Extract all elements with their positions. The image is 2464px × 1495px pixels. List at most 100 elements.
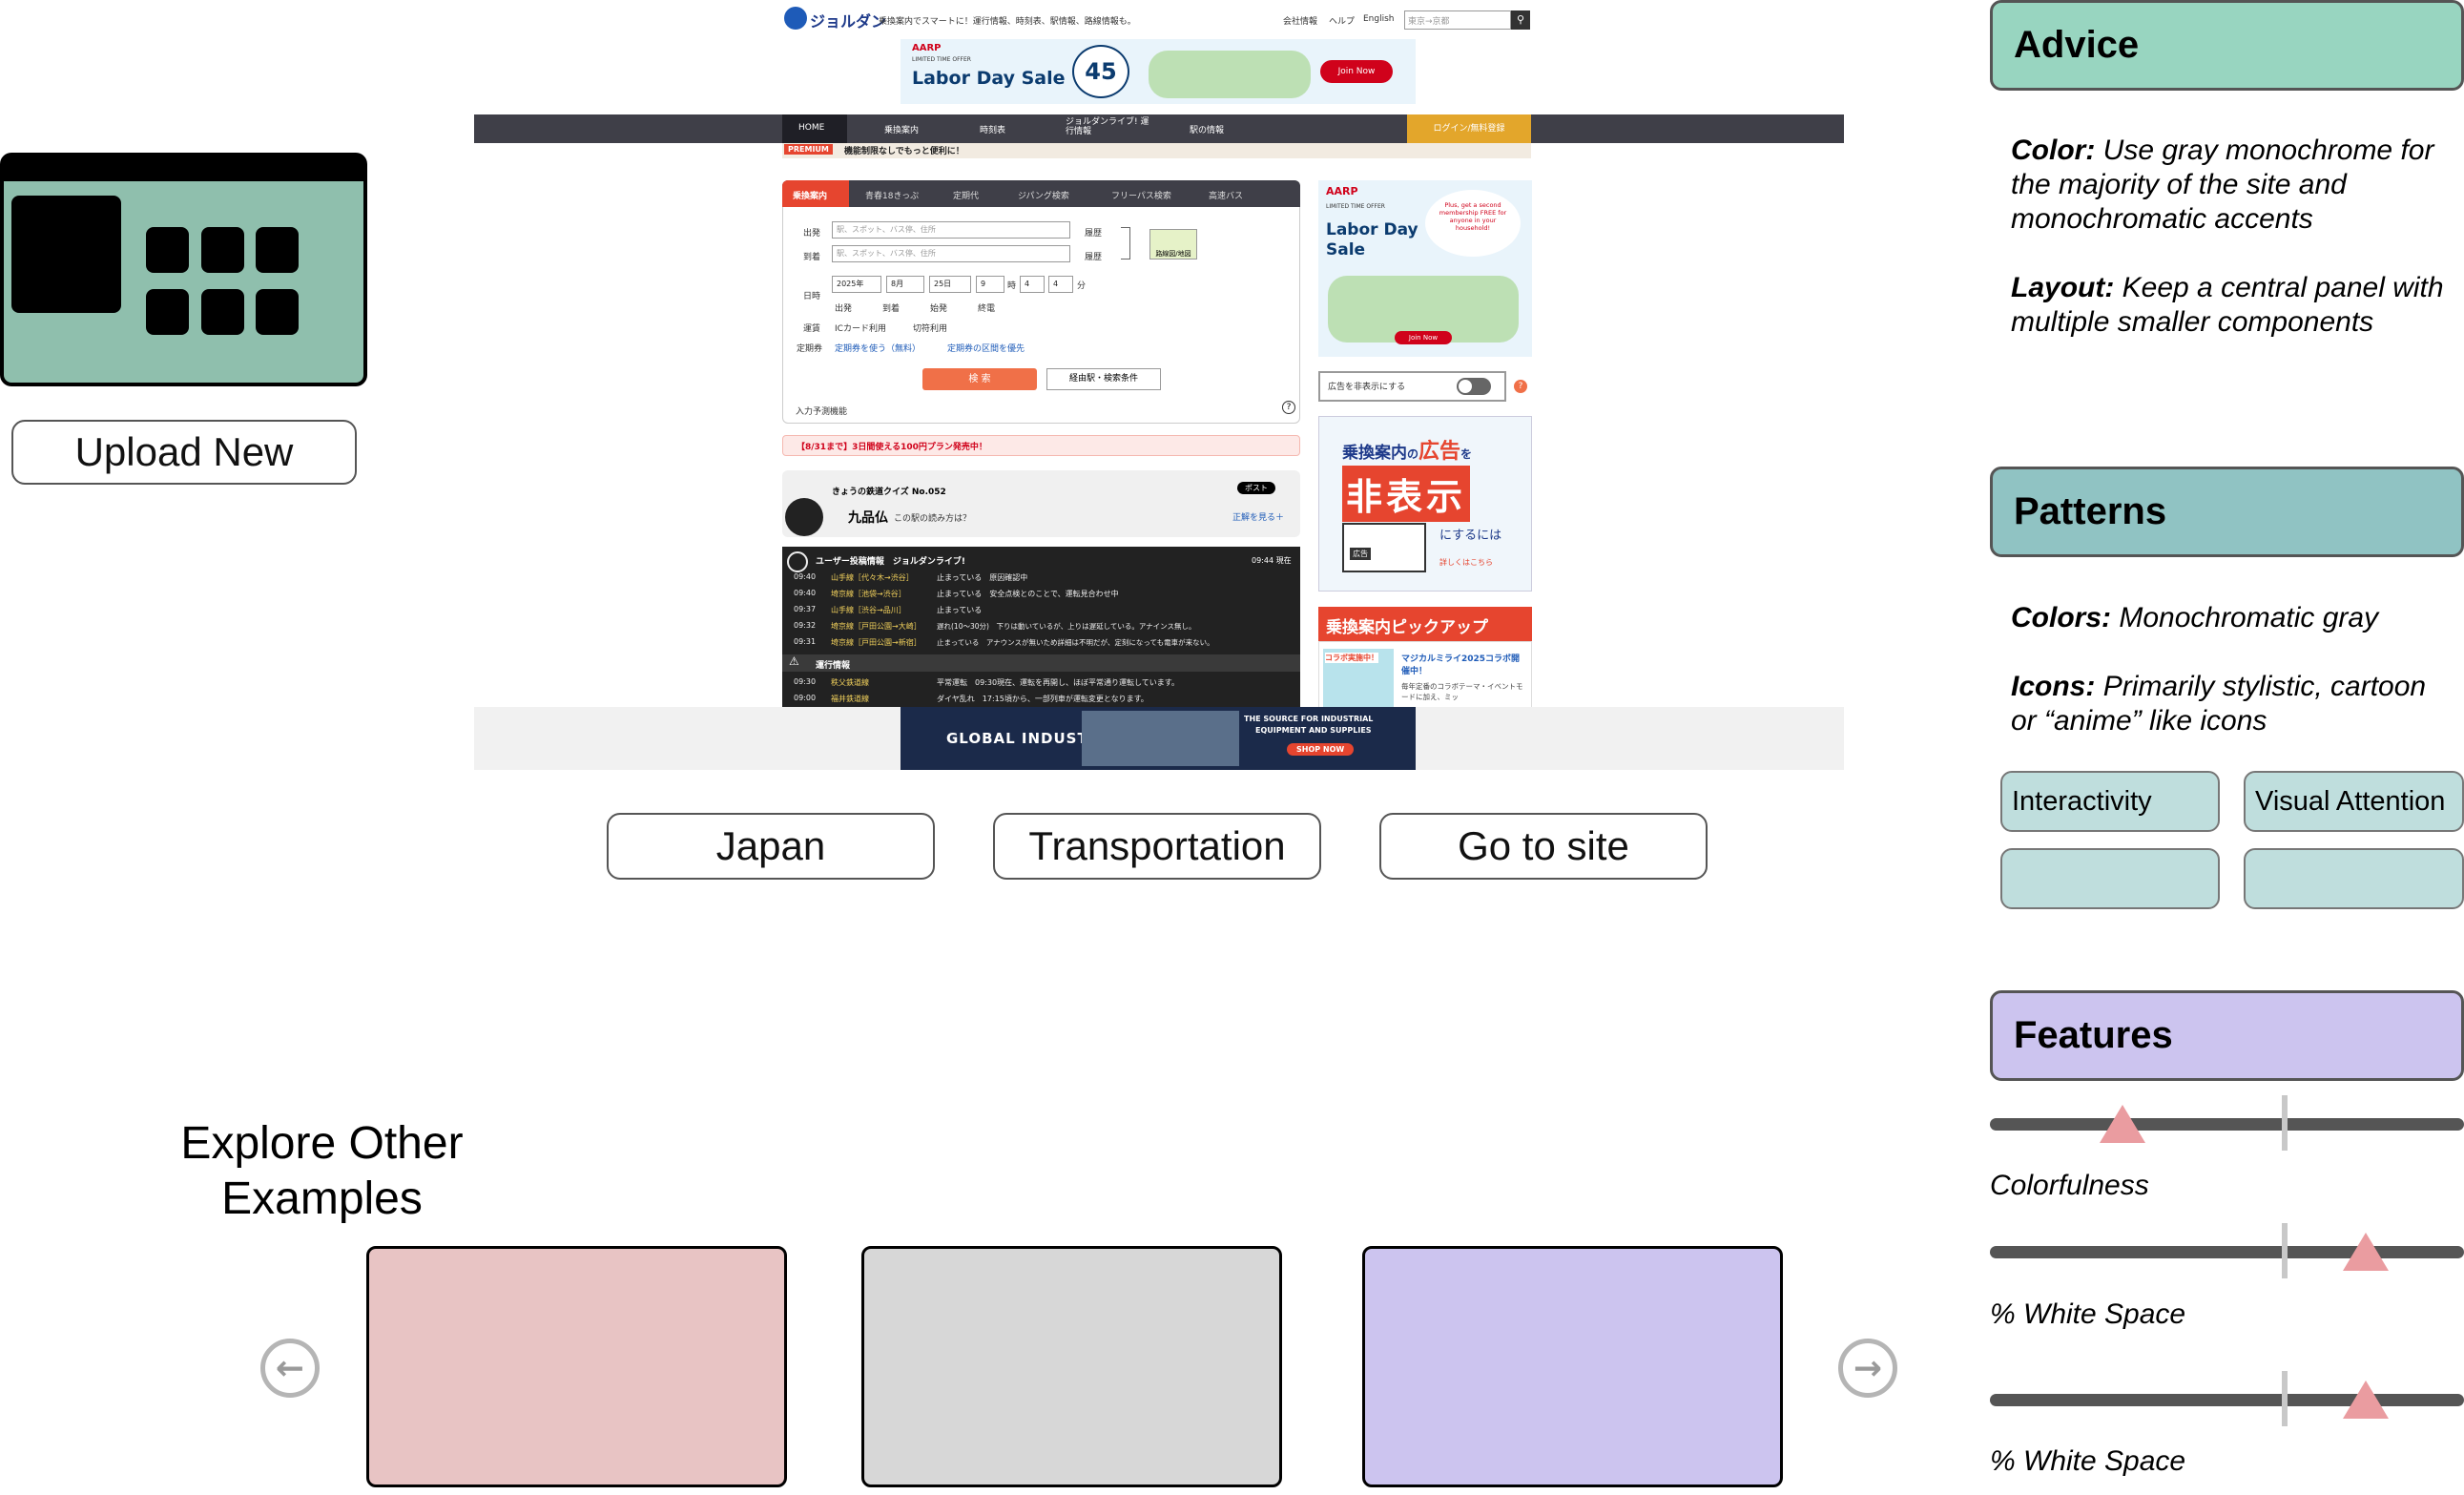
bottom-ad-shop-button[interactable]: SHOP NOW (1287, 743, 1355, 756)
nav-home[interactable]: HOME (798, 123, 824, 133)
pickup-headline[interactable]: マジカルミライ2025コラボ開催中！ (1401, 652, 1525, 676)
white-space-slider-track[interactable] (1990, 1394, 2464, 1406)
predict-checkbox[interactable]: 入力予測機能 (796, 405, 847, 417)
tag-japan[interactable]: Japan (607, 813, 935, 880)
features-title: Features (2014, 1014, 2173, 1056)
help-icon[interactable]: ? (1282, 401, 1295, 414)
white-space-slider-track[interactable] (1990, 1246, 2464, 1258)
tab-transit[interactable]: 乗換案内 (793, 189, 827, 201)
quiz-panel[interactable] (782, 470, 1300, 537)
colorfulness-slider-track[interactable] (1990, 1118, 2464, 1131)
chip-visual-attention[interactable]: Visual Attention (2244, 771, 2464, 832)
layout-small-tile (201, 227, 244, 273)
feed-line[interactable]: 山手線［渋谷→品川］ (831, 605, 906, 615)
ops-title: 運行情報 (816, 661, 851, 671)
fare-opt-ticket[interactable]: 切符利用 (913, 322, 947, 334)
time-opt-last[interactable]: 終電 (978, 301, 995, 314)
pass-opt-priority[interactable]: 定期券の区間を優先 (947, 342, 1025, 354)
top-link-help[interactable]: ヘルプ (1329, 14, 1355, 27)
tab-seishun18[interactable]: 青春18きっぷ (865, 189, 919, 201)
top-link-english[interactable]: English (1363, 14, 1395, 24)
white-space-slider-handle[interactable] (2343, 1381, 2389, 1419)
arrow-left-icon[interactable]: ← (260, 1339, 320, 1398)
upload-new-button[interactable]: Upload New (11, 420, 357, 485)
from-input[interactable]: 駅、スポット、バス停、住所 (832, 221, 1070, 239)
patterns-colors-key: Colors: (2011, 602, 2111, 633)
feed-time: 09:32 (794, 621, 817, 630)
bottom-ad-banner[interactable]: GLOBAL INDUSTRIAL THE SOURCE FOR INDUSTR… (901, 707, 1416, 770)
month-select[interactable]: 8月 (886, 276, 924, 293)
ad-join-button[interactable]: Join Now (1320, 60, 1393, 83)
swap-icon[interactable] (1121, 227, 1130, 260)
white-space-slider-handle[interactable] (2343, 1233, 2389, 1271)
side-ad-sub: LIMITED TIME OFFER (1326, 203, 1385, 210)
tab-zipangu[interactable]: ジパング検索 (1018, 189, 1069, 201)
ops-line[interactable]: 福井鉄道線 (831, 694, 869, 704)
minute-ones-select[interactable]: 4 (1048, 276, 1073, 293)
tab-freepass[interactable]: フリーパス検索 (1111, 189, 1171, 201)
side-ad-brand: AARP (1326, 185, 1358, 197)
quiz-mascot-icon (785, 498, 823, 536)
hide-ad-promo-link[interactable]: 詳しくはこちら (1439, 557, 1493, 568)
login-button[interactable]: ログイン/無料登録 (1407, 114, 1531, 143)
top-link-company[interactable]: 会社情報 (1283, 14, 1317, 27)
search-submit-button[interactable]: 検 索 (922, 368, 1037, 390)
to-label: 到着 (803, 253, 821, 262)
from-history[interactable]: 履歴 (1085, 226, 1102, 239)
hour-select[interactable]: 9 (976, 276, 1004, 293)
tab-highway-bus[interactable]: 高速バス (1209, 189, 1243, 201)
hide-ad-promo-l5: にするには (1439, 529, 1502, 543)
site-search-input[interactable]: 東京→京都 (1404, 10, 1511, 30)
nav-timetable[interactable]: 時刻表 (980, 123, 1005, 135)
side-ad-banner[interactable]: AARP LIMITED TIME OFFER Labor Day Sale P… (1318, 180, 1532, 357)
side-ad-bubble: Plus, get a second membership FREE for a… (1425, 190, 1521, 257)
layout-small-tile (256, 227, 299, 273)
pass-opt-use[interactable]: 定期券を使う（無料） (835, 342, 921, 354)
chip-interactivity[interactable]: Interactivity (2000, 771, 2220, 832)
side-ad-join-button[interactable]: Join Now (1395, 331, 1452, 344)
x-post-button[interactable]: ポスト (1237, 482, 1275, 494)
chip-empty[interactable] (2000, 848, 2220, 909)
go-to-site-button[interactable]: Go to site (1379, 813, 1708, 880)
site-logo[interactable]: ジョルダン (810, 9, 886, 31)
site-tagline: 乗換案内でスマートに！運行情報、時刻表、駅情報、路線情報も。 (879, 17, 1136, 27)
colorfulness-slider-handle[interactable] (2100, 1105, 2145, 1143)
site-screenshot[interactable]: ジョルダン 乗換案内でスマートに！運行情報、時刻表、駅情報、路線情報も。 会社情… (474, 0, 1844, 770)
nav-station[interactable]: 駅の情報 (1190, 123, 1224, 135)
fare-opt-ic[interactable]: ICカード利用 (835, 322, 886, 334)
tag-transportation[interactable]: Transportation (993, 813, 1321, 880)
warning-icon: ⚠ (789, 654, 799, 668)
time-opt-depart[interactable]: 出発 (835, 301, 852, 314)
feed-line[interactable]: 山手線［代々木→渋谷］ (831, 572, 914, 583)
quiz-answer-link[interactable]: 正解を見る＋ (1232, 510, 1284, 523)
nav-transit[interactable]: 乗換案内 (884, 123, 919, 135)
example-card-3[interactable] (1362, 1246, 1783, 1487)
search-icon[interactable]: ⚲ (1511, 10, 1530, 30)
feed-line[interactable]: 埼京線［戸田公園→新宿］ (831, 637, 921, 648)
time-opt-arrive[interactable]: 到着 (882, 301, 900, 314)
ad-sub: LIMITED TIME OFFER (912, 56, 971, 63)
minute-tens-select[interactable]: 4 (1020, 276, 1045, 293)
help-icon[interactable]: ? (1514, 380, 1527, 393)
year-select[interactable]: 2025年 (832, 276, 881, 293)
chip-empty[interactable] (2244, 848, 2464, 909)
to-history[interactable]: 履歴 (1085, 250, 1102, 262)
search-conditions-button[interactable]: 経由駅・検索条件 (1046, 368, 1161, 390)
tab-commuter[interactable]: 定期代 (953, 189, 979, 201)
fare-label: 運賃 (803, 324, 821, 334)
to-input[interactable]: 駅、スポット、バス停、住所 (832, 245, 1070, 262)
white-space-label: % White Space (1990, 1445, 2186, 1477)
top-ad-banner[interactable]: AARP LIMITED TIME OFFER Labor Day Sale 4… (901, 39, 1416, 104)
example-card-1[interactable] (366, 1246, 787, 1487)
nav-live[interactable]: ジョルダンライブ! 運行情報 (1066, 117, 1151, 136)
day-select[interactable]: 25日 (929, 276, 971, 293)
feed-line[interactable]: 埼京線［池袋→渋谷］ (831, 589, 906, 599)
example-card-2[interactable] (861, 1246, 1282, 1487)
time-opt-first[interactable]: 始発 (930, 301, 947, 314)
bottom-ad-line1: THE SOURCE FOR INDUSTRIAL (1244, 715, 1374, 723)
ops-message: ダイヤ乱れ 17:15頃から、一部列車が運転変更となります。 (937, 695, 1149, 703)
ops-line[interactable]: 秩父鉄道線 (831, 677, 869, 688)
route-map-button[interactable]: 路線図/地図 (1149, 229, 1197, 260)
feed-line[interactable]: 埼京線［戸田公園→大崎］ (831, 621, 921, 632)
arrow-right-icon[interactable]: → (1838, 1339, 1897, 1398)
